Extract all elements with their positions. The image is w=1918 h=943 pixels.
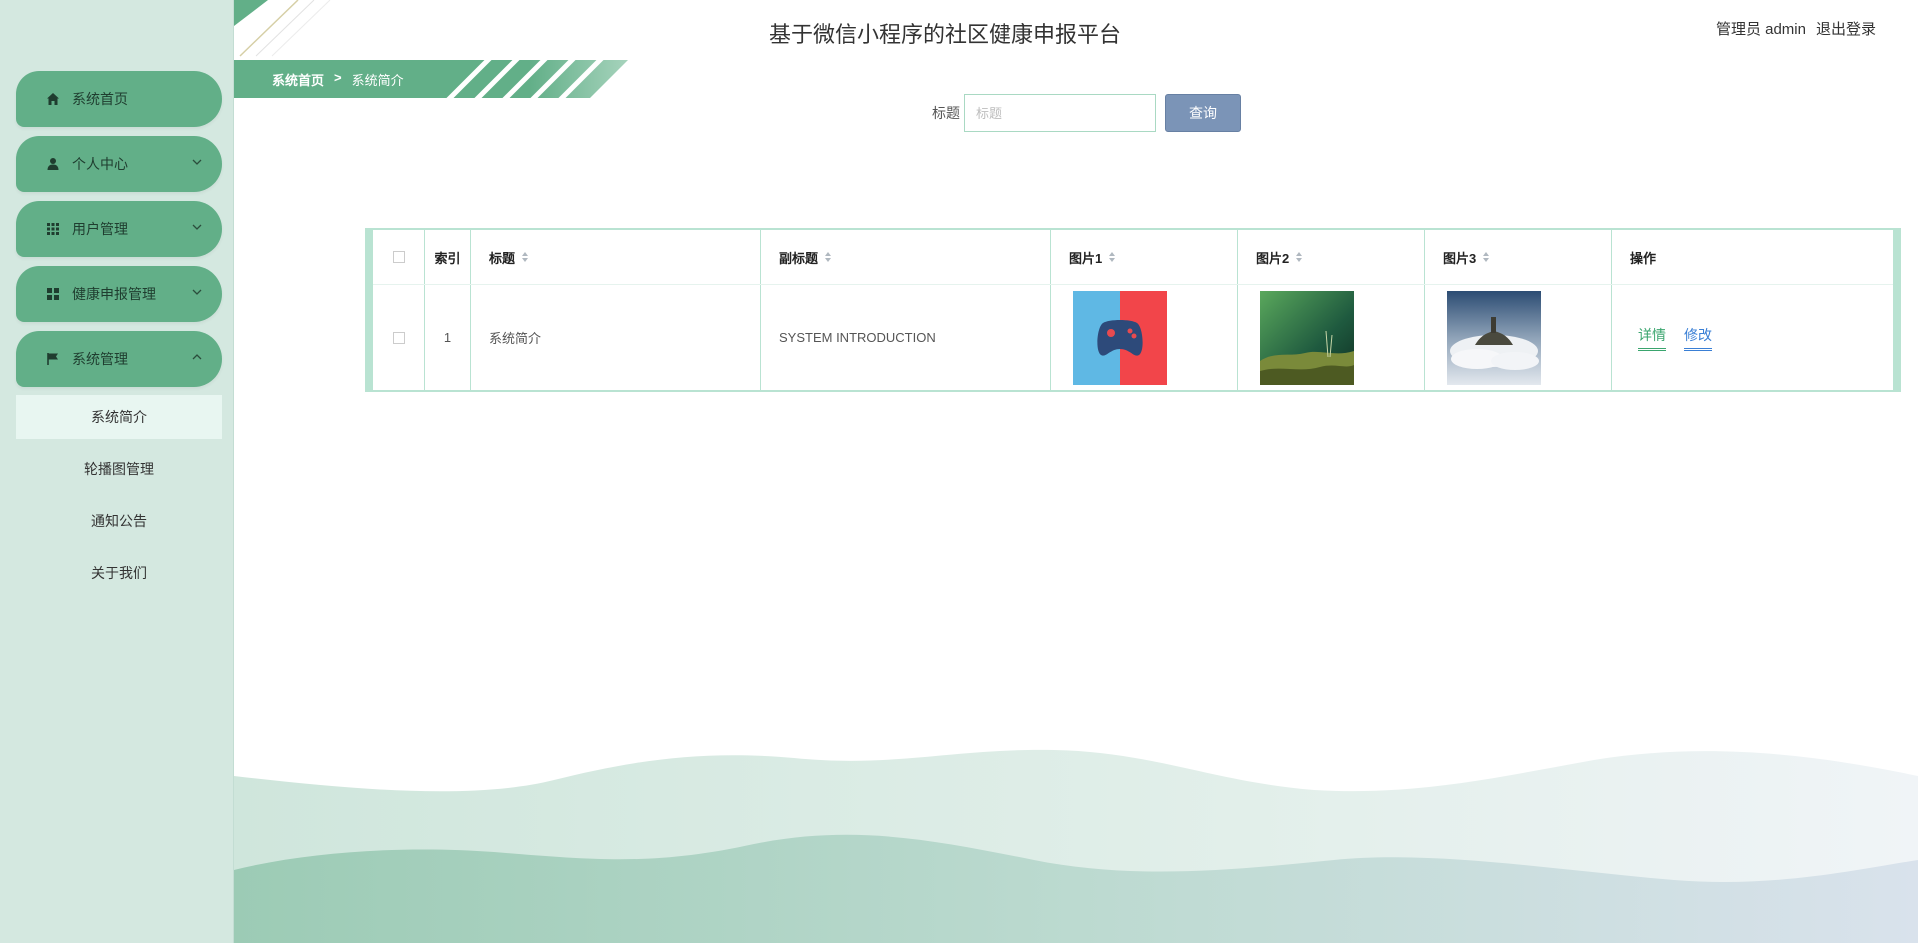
sort-icon[interactable] [1295,251,1303,263]
chevron-down-icon [190,285,204,299]
sidebar-item-label: 用户管理 [72,221,128,237]
chevron-down-icon [190,220,204,234]
sort-icon[interactable] [521,251,529,263]
row-img1-cell [1051,285,1238,390]
header-subtitle[interactable]: 副标题 [761,230,1051,284]
breadcrumb: 系统首页 > 系统简介 [272,70,404,89]
sort-icon[interactable] [824,251,832,263]
sidebar-item-profile[interactable]: 个人中心 [16,136,222,192]
sidebar-item-label: 系统管理 [72,351,128,367]
user-label: 管理员 admin [1715,21,1806,38]
breadcrumb-current: 系统简介 [351,73,404,88]
header-title-label: 标题 [489,250,516,266]
header-img3-label: 图片3 [1443,250,1477,266]
sidebar-item-label: 健康申报管理 [72,286,156,302]
header-ops: 操作 [1630,250,1657,266]
flag-icon [46,352,60,366]
grid-icon [46,222,60,236]
user-icon [46,157,60,171]
sidebar-item-label: 系统首页 [72,91,128,107]
row-subtitle: SYSTEM INTRODUCTION [761,285,1051,390]
castle-clouds-image[interactable] [1447,290,1541,385]
breadcrumb-home[interactable]: 系统首页 [272,70,324,89]
sort-icon[interactable] [1108,251,1116,263]
logout-button[interactable]: 退出登录 [1816,18,1876,39]
background-waves [234,749,1918,943]
home-icon [46,92,60,106]
chevron-down-icon [190,155,204,169]
gamepad-image[interactable] [1073,290,1167,385]
row-img3-cell [1425,285,1612,390]
header-select-all [373,230,425,284]
submenu-item-notice[interactable]: 通知公告 [16,499,222,543]
select-all-checkbox[interactable] [392,251,405,263]
data-table: 索引 标题 副标题 图片1 图片2 图片3 操作 1 系统简介 SYSTEM I… [365,228,1901,392]
sidebar: 系统首页 个人中心 用户管理 健康申报管理 系统管理 系统简介 轮播图管理 通知… [0,0,234,943]
row-select-cell [373,285,425,390]
row-ops: 详情 修改 [1612,285,1893,390]
header-subtitle-label: 副标题 [779,250,819,266]
moss-image[interactable] [1260,290,1354,385]
sidebar-submenu: 系统简介 轮播图管理 通知公告 关于我们 [16,395,222,603]
sidebar-item-label: 个人中心 [72,156,128,172]
search-button[interactable]: 查询 [1165,94,1241,132]
submenu-item-about[interactable]: 关于我们 [16,551,222,595]
header-title[interactable]: 标题 [471,230,761,284]
sidebar-item-health-report[interactable]: 健康申报管理 [16,266,222,322]
page-title: 基于微信小程序的社区健康申报平台 [768,23,1121,48]
submenu-item-system-intro[interactable]: 系统简介 [16,395,222,439]
sidebar-menu: 系统首页 个人中心 用户管理 健康申报管理 系统管理 [16,71,222,396]
chevron-up-icon [190,350,204,364]
sidebar-item-users[interactable]: 用户管理 [16,201,222,257]
header-img3[interactable]: 图片3 [1425,230,1612,284]
breadcrumb-separator: > [334,70,342,85]
search-bar: 标题 查询 [932,94,1241,132]
header-img2-label: 图片2 [1256,250,1290,266]
search-input[interactable] [964,94,1156,132]
header-img2[interactable]: 图片2 [1238,230,1425,284]
apps-icon [46,287,60,301]
submenu-item-carousel[interactable]: 轮播图管理 [16,447,222,491]
row-img2-cell [1238,285,1425,390]
detail-button[interactable]: 详情 [1638,325,1666,351]
table-row: 1 系统简介 SYSTEM INTRODUCTION 详情 修改 [373,285,1893,390]
row-checkbox[interactable] [392,331,405,344]
corner-decoration [234,0,331,57]
search-label: 标题 [932,105,960,121]
header-index: 索引 [425,230,471,284]
sidebar-item-system[interactable]: 系统管理 [16,331,222,387]
sidebar-item-home[interactable]: 系统首页 [16,71,222,127]
row-title: 系统简介 [471,285,761,390]
user-area: 管理员 admin 退出登录 [1716,18,1876,39]
edit-button[interactable]: 修改 [1684,325,1712,351]
table-header: 索引 标题 副标题 图片1 图片2 图片3 操作 [373,230,1893,285]
row-index: 1 [425,285,471,390]
sort-icon[interactable] [1482,251,1490,263]
header-img1[interactable]: 图片1 [1051,230,1238,284]
header-img1-label: 图片1 [1069,250,1103,266]
